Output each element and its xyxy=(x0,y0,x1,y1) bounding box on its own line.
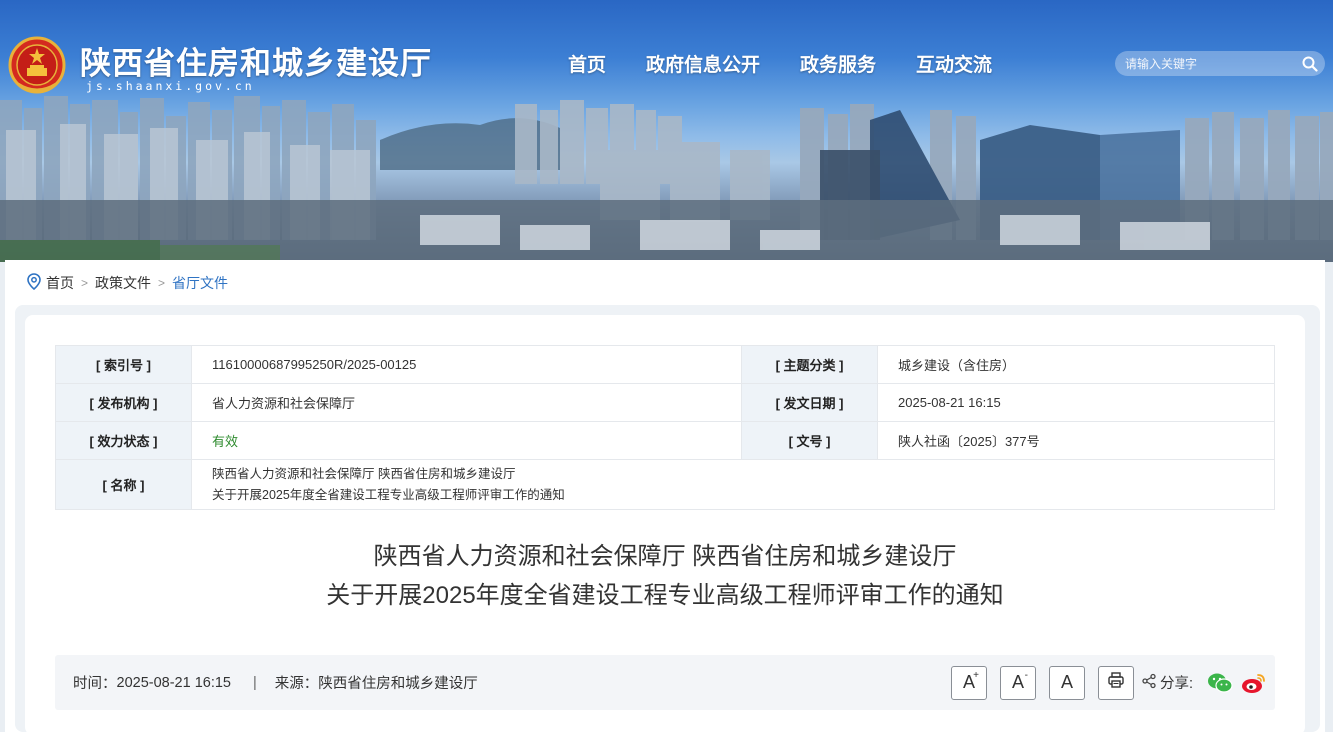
document-meta-table: [ 索引号 ] 11610000687995250R/2025-00125 [ … xyxy=(55,345,1275,510)
site-title[interactable]: 陕西省住房和城乡建设厅 xyxy=(80,38,432,83)
time-label: 时间： xyxy=(73,676,117,692)
info-separator: | xyxy=(253,674,257,691)
time-value: 2025-08-21 16:15 xyxy=(116,674,232,691)
print-icon xyxy=(1107,671,1125,694)
print-button[interactable] xyxy=(1097,665,1134,700)
doc-no-value: 陕人社函〔2025〕377号 xyxy=(877,421,1275,460)
page-container: 首页 > 政策文件 > 省厅文件 [ 索引号 ] 116100006879952… xyxy=(5,260,1325,732)
wechat-icon[interactable] xyxy=(1207,672,1233,694)
minus-icon: - xyxy=(1024,669,1028,681)
name-line-1: 陕西省人力资源和社会保障厅 陕西省住房和城乡建设厅 xyxy=(212,466,516,481)
main-nav: 首页 政府信息公开 政务服务 互动交流 xyxy=(568,50,992,77)
name-value: 陕西省人力资源和社会保障厅 陕西省住房和城乡建设厅 关于开展2025年度全省建设… xyxy=(191,459,1275,510)
header-banner: 陕西省住房和城乡建设厅 js.shaanxi.gov.cn 首页 政府信息公开 … xyxy=(0,0,1333,262)
doc-no-label: [ 文号 ] xyxy=(741,421,879,460)
breadcrumb-separator: > xyxy=(81,276,89,290)
index-no-value: 11610000687995250R/2025-00125 xyxy=(190,345,743,384)
topic-label: [ 主题分类 ] xyxy=(741,345,879,384)
search-box xyxy=(1115,51,1325,76)
article-title-line-1: 陕西省人力资源和社会保障厅 陕西省住房和城乡建设厅 xyxy=(373,543,957,570)
publisher-value: 省人力资源和社会保障厅 xyxy=(190,383,743,422)
nav-home[interactable]: 首页 xyxy=(568,50,606,77)
status-label: [ 效力状态 ] xyxy=(55,421,192,460)
search-icon[interactable] xyxy=(1295,51,1325,76)
publisher-label: [ 发布机构 ] xyxy=(55,383,192,422)
source-label: 来源： xyxy=(274,676,319,692)
font-normal-button[interactable]: A xyxy=(1048,665,1085,700)
article-title: 陕西省人力资源和社会保障厅 陕西省住房和城乡建设厅 关于开展2025年度全省建设… xyxy=(25,537,1305,615)
date-value: 2025-08-21 16:15 xyxy=(877,383,1275,422)
search-input[interactable] xyxy=(1115,51,1295,76)
nav-gov-info[interactable]: 政府信息公开 xyxy=(646,50,760,77)
nav-gov-services[interactable]: 政务服务 xyxy=(800,50,876,77)
article-title-line-2: 关于开展2025年度全省建设工程专业高级工程师评审工作的通知 xyxy=(326,582,1004,609)
font-smaller-button[interactable]: A- xyxy=(999,665,1036,700)
breadcrumb-separator: > xyxy=(158,276,166,290)
content-card: [ 索引号 ] 11610000687995250R/2025-00125 [ … xyxy=(15,305,1320,732)
share-icon xyxy=(1141,673,1160,693)
date-label: [ 发文日期 ] xyxy=(741,383,879,422)
share-label: 分享: xyxy=(1159,676,1193,692)
weibo-icon[interactable] xyxy=(1241,672,1267,694)
topic-value: 城乡建设（含住房） xyxy=(877,345,1275,384)
site-domain: js.shaanxi.gov.cn xyxy=(86,79,255,93)
font-larger-button[interactable]: A + xyxy=(950,665,987,700)
source-value: 陕西省住房和城乡建设厅 xyxy=(318,676,478,692)
location-icon xyxy=(27,273,41,293)
breadcrumb-policy[interactable]: 政策文件 xyxy=(95,273,151,293)
font-smaller-label: A xyxy=(1011,672,1024,692)
name-label: [ 名称 ] xyxy=(55,459,192,510)
font-normal-label: A xyxy=(1060,672,1073,692)
breadcrumb-current[interactable]: 省厅文件 xyxy=(172,273,228,293)
breadcrumb-home[interactable]: 首页 xyxy=(46,273,74,293)
emblem-icon xyxy=(8,36,66,98)
breadcrumb: 首页 > 政策文件 > 省厅文件 xyxy=(27,273,228,293)
nav-interaction[interactable]: 互动交流 xyxy=(916,50,992,77)
article-info-bar: 时间： 2025-08-21 16:15 | 来源： 陕西省住房和城乡建设厅 A… xyxy=(55,655,1275,710)
share-label-wrap: 分享: xyxy=(1141,672,1193,693)
plus-icon: + xyxy=(973,669,979,681)
status-value: 有效 xyxy=(190,421,743,460)
name-line-2: 关于开展2025年度全省建设工程专业高级工程师评审工作的通知 xyxy=(212,487,565,502)
content-inner: [ 索引号 ] 11610000687995250R/2025-00125 [ … xyxy=(25,315,1305,732)
index-no-label: [ 索引号 ] xyxy=(55,345,192,384)
